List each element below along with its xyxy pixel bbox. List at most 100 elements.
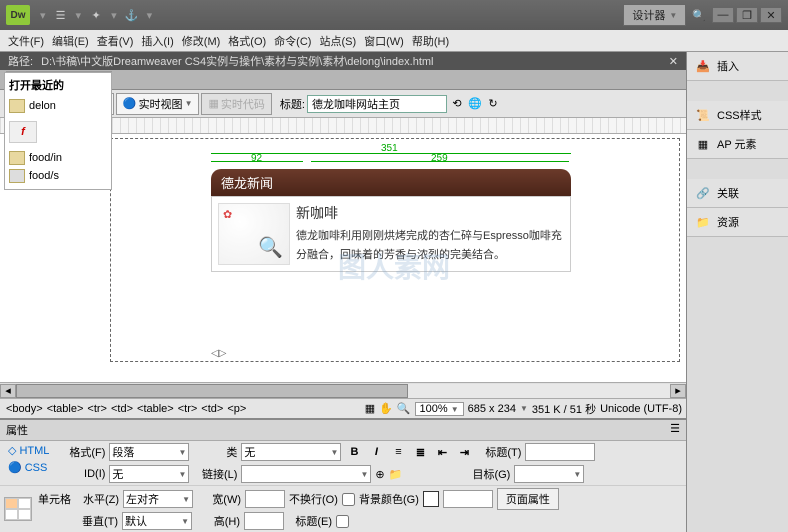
separator: ▾ xyxy=(76,9,82,22)
heading-input[interactable] xyxy=(525,443,595,461)
link-select[interactable]: ▼ xyxy=(241,465,371,483)
document-title-input[interactable] xyxy=(307,95,447,113)
page-properties-button[interactable]: 页面属性 xyxy=(497,488,559,510)
panel-ap[interactable]: ▦AP 元素 xyxy=(687,130,788,159)
search-icon[interactable]: 🔍 xyxy=(692,9,706,22)
tag-table2[interactable]: <table> xyxy=(135,402,176,416)
css-mode-button[interactable]: 🔵 CSS xyxy=(4,460,53,475)
title-label: 标题: xyxy=(280,96,305,112)
tag-selector-bar: <body> <table> <tr> <td> <table> <tr> <t… xyxy=(0,398,686,418)
scroll-track[interactable] xyxy=(16,384,670,398)
menu-site[interactable]: 站点(S) xyxy=(315,31,360,51)
nowrap-checkbox[interactable] xyxy=(342,493,355,506)
workspace-selector[interactable]: 设计器 ▼ xyxy=(623,4,686,26)
indent-button[interactable]: ⇥ xyxy=(455,444,473,460)
path-label: 路径: xyxy=(8,53,33,69)
menu-modify[interactable]: 修改(M) xyxy=(178,31,225,51)
scroll-thumb[interactable] xyxy=(16,384,408,398)
layout-icon[interactable]: ☰ xyxy=(52,7,70,23)
window-size[interactable]: 685 x 234 xyxy=(468,403,516,415)
vert-select[interactable]: 默认▼ xyxy=(122,512,192,530)
panel-related[interactable]: 🔗关联 xyxy=(687,179,788,208)
panel-insert[interactable]: 📥插入 xyxy=(687,52,788,81)
recent-item[interactable]: food/in xyxy=(9,149,107,167)
header-label: 标题(E) xyxy=(288,513,332,529)
menu-help[interactable]: 帮助(H) xyxy=(408,31,453,51)
news-block[interactable]: 德龙新闻 新咖啡 德龙咖啡利用刚刚烘烤完成的杏仁碎与Espresso咖啡充分融合… xyxy=(211,169,571,272)
panel-menu-icon[interactable]: ☰ xyxy=(670,422,680,438)
encoding: Unicode (UTF-8) xyxy=(600,403,682,415)
width-input[interactable] xyxy=(245,490,285,508)
cell-label: 单元格 xyxy=(38,491,71,507)
bg-label: 背景颜色(G) xyxy=(359,491,419,507)
canvas[interactable]: 351 92 259 德龙新闻 新咖啡 德龙咖啡利用刚刚烘烤完成的杏仁碎与Esp… xyxy=(110,138,680,362)
recent-item[interactable]: delon xyxy=(9,97,107,115)
menu-edit[interactable]: 编辑(E) xyxy=(48,31,93,51)
cell-icon[interactable] xyxy=(4,497,32,521)
link-label: 链接(L) xyxy=(193,466,237,482)
extension-icon[interactable]: ✦ xyxy=(87,7,105,23)
menu-insert[interactable]: 插入(I) xyxy=(137,31,177,51)
target-select[interactable]: ▼ xyxy=(514,465,584,483)
properties-title[interactable]: 属性 ☰ xyxy=(0,420,686,441)
panel-assets[interactable]: 📁资源 xyxy=(687,208,788,237)
ul-button[interactable]: ≡ xyxy=(389,444,407,460)
tag-p[interactable]: <p> xyxy=(225,402,248,416)
file-icon xyxy=(9,99,25,113)
bold-button[interactable]: B xyxy=(345,444,363,460)
bg-color-picker[interactable] xyxy=(423,491,439,507)
horizontal-scrollbar[interactable]: ◂ ▸ xyxy=(0,382,686,398)
html-mode-button[interactable]: ◇ HTML xyxy=(4,443,53,458)
scroll-right-icon[interactable]: ▸ xyxy=(670,384,686,398)
menu-window[interactable]: 窗口(W) xyxy=(360,31,408,51)
news-text[interactable]: 新咖啡 德龙咖啡利用刚刚烘烤完成的杏仁碎与Espresso咖啡充分融合，回味着的… xyxy=(296,203,564,265)
outdent-button[interactable]: ⇤ xyxy=(433,444,451,460)
path-close-icon[interactable]: ✕ xyxy=(669,55,678,68)
browse-icon[interactable]: 📁 xyxy=(389,468,403,481)
panel-css[interactable]: 📜CSS样式 xyxy=(687,101,788,130)
path-value: D:\书稿\中文版Dreamweaver CS4实例与操作\素材与实例\素材\d… xyxy=(41,53,433,69)
table-measure: 351 92 259 xyxy=(211,143,571,163)
tag-body[interactable]: <body> xyxy=(4,402,45,416)
close-button[interactable]: ✕ xyxy=(760,7,782,23)
recent-title: 打开最近的 xyxy=(9,77,107,93)
tag-tr2[interactable]: <tr> xyxy=(176,402,200,416)
scroll-left-icon[interactable]: ◂ xyxy=(0,384,16,398)
file-mgmt-icon[interactable]: ⟲ xyxy=(449,96,465,112)
news-image[interactable] xyxy=(218,203,290,265)
live-view-button[interactable]: 🔵实时视图▼ xyxy=(116,93,200,115)
tag-td2[interactable]: <td> xyxy=(199,402,225,416)
menu-command[interactable]: 命令(C) xyxy=(270,31,315,51)
preview-icon[interactable]: 🌐 xyxy=(467,96,483,112)
header-checkbox[interactable] xyxy=(336,515,349,528)
class-select[interactable]: 无▼ xyxy=(241,443,341,461)
zoom-tool-icon[interactable]: 🔍 xyxy=(397,402,411,415)
italic-button[interactable]: I xyxy=(367,444,385,460)
recent-item[interactable]: food/s xyxy=(9,167,107,185)
news-header: 德龙新闻 xyxy=(211,169,571,196)
refresh-icon[interactable]: ↻ xyxy=(485,96,501,112)
height-input[interactable] xyxy=(244,512,284,530)
format-select[interactable]: 段落▼ xyxy=(109,443,189,461)
separator: ▾ xyxy=(40,9,46,22)
tag-table[interactable]: <table> xyxy=(45,402,86,416)
restore-button[interactable]: ❐ xyxy=(736,7,758,23)
live-code-button[interactable]: ▦实时代码 xyxy=(201,93,271,115)
menu-format[interactable]: 格式(O) xyxy=(224,31,270,51)
tag-td[interactable]: <td> xyxy=(109,402,135,416)
select-tool-icon[interactable]: ▦ xyxy=(365,402,375,415)
id-select[interactable]: 无▼ xyxy=(109,465,189,483)
site-icon[interactable]: ⚓ xyxy=(123,7,141,23)
horiz-select[interactable]: 左对齐▼ xyxy=(123,490,193,508)
menu-view[interactable]: 查看(V) xyxy=(93,31,138,51)
vert-label: 垂直(T) xyxy=(74,513,118,529)
format-label: 格式(F) xyxy=(61,444,105,460)
minimize-button[interactable]: — xyxy=(712,7,734,23)
bg-color-input[interactable] xyxy=(443,490,493,508)
ol-button[interactable]: ≣ xyxy=(411,444,429,460)
menu-file[interactable]: 文件(F) xyxy=(4,31,48,51)
zoom-select[interactable]: 100% ▼ xyxy=(415,402,464,416)
tag-tr[interactable]: <tr> xyxy=(85,402,109,416)
hand-tool-icon[interactable]: ✋ xyxy=(379,402,393,415)
point-to-file-icon[interactable]: ⊕ xyxy=(375,468,384,481)
